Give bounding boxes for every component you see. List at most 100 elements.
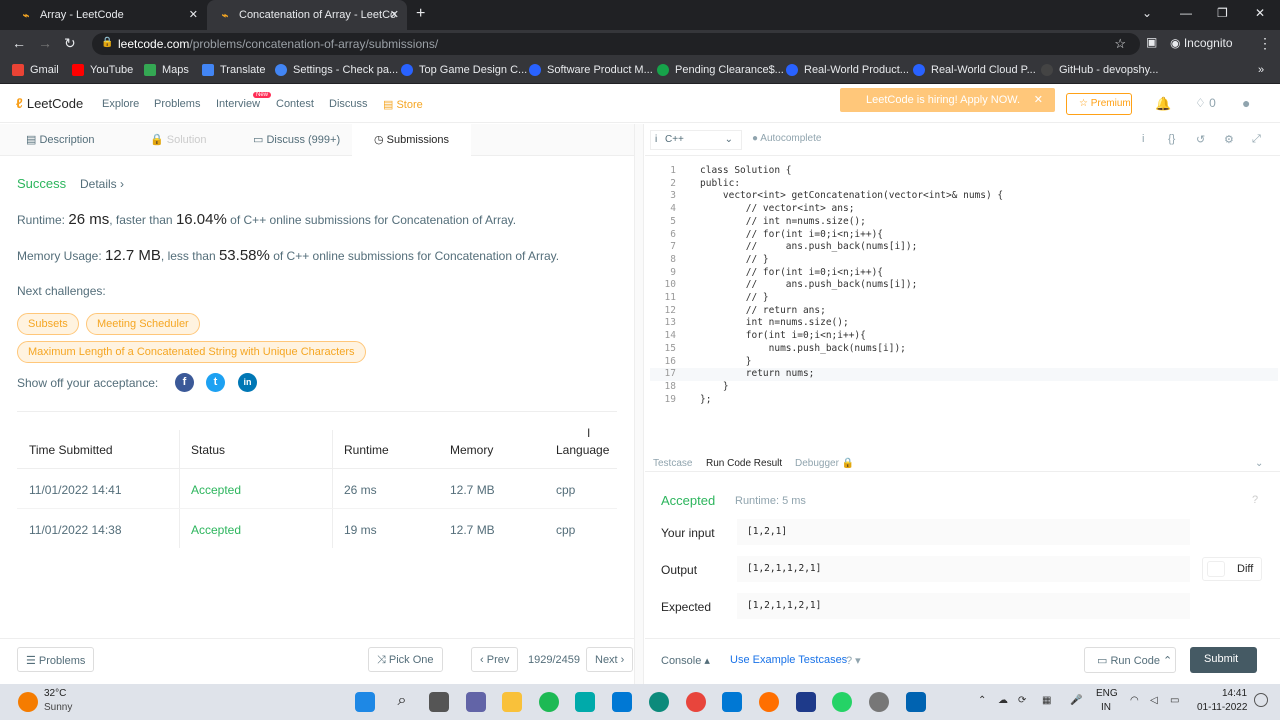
task-view-icon[interactable]	[429, 692, 449, 712]
file-explorer-icon[interactable]	[502, 692, 522, 712]
battery-icon[interactable]: ▭	[1170, 695, 1179, 706]
leetcode-logo[interactable]: ℓ LeetCode	[16, 95, 83, 111]
spotify-icon[interactable]	[539, 692, 559, 712]
cell-status[interactable]: Accepted	[191, 523, 241, 537]
tab-solution[interactable]: 🔒 Solution	[150, 133, 207, 146]
next-button[interactable]: Next ›	[586, 647, 634, 672]
col-language[interactable]: Language	[556, 443, 609, 457]
forward-icon[interactable]: →	[38, 35, 52, 51]
hiring-banner[interactable]: LeetCode is hiring! Apply NOW. ✕	[840, 88, 1055, 112]
app-icon[interactable]	[575, 692, 595, 712]
bookmark-translate[interactable]: Translate	[202, 64, 265, 76]
code-line[interactable]: 2 public:	[650, 178, 1278, 191]
tab-submissions[interactable]: ◷ Submissions	[352, 124, 472, 156]
bookmark-github[interactable]: GitHub - devopshy...	[1041, 64, 1158, 76]
onedrive-icon[interactable]: ☁	[998, 695, 1008, 706]
whatsapp-icon[interactable]	[832, 692, 852, 712]
code-line[interactable]: 17 return nums;	[650, 368, 1278, 382]
language-indicator[interactable]: ENG	[1096, 688, 1118, 699]
code-line[interactable]: 13 int n=nums.size();	[650, 317, 1278, 330]
menu-icon[interactable]: ⋮	[1258, 35, 1272, 52]
url-bar[interactable]: 🔒 leetcode.com/problems/concatenation-of…	[92, 33, 1140, 55]
settings-icon[interactable]: ⚙	[1224, 133, 1234, 146]
bookmark-pending[interactable]: Pending Clearance$...	[657, 64, 784, 76]
code-line[interactable]: 8 // }	[650, 254, 1278, 267]
sync-icon[interactable]: ⟳	[1018, 695, 1026, 706]
premium-button[interactable]: ☆ Premium	[1066, 93, 1132, 115]
edge-icon[interactable]	[649, 692, 669, 712]
webex-icon[interactable]	[796, 692, 816, 712]
col-memory[interactable]: Memory	[450, 443, 493, 457]
bell-icon[interactable]: 🔔	[1155, 96, 1171, 112]
incognito-indicator[interactable]: ◉ Incognito	[1170, 36, 1233, 50]
code-line[interactable]: 15 nums.push_back(nums[i]);	[650, 343, 1278, 356]
browser-tab-concatenation[interactable]: ⌁ Concatenation of Array - LeetCo ✕	[207, 0, 407, 30]
prev-button[interactable]: ‹ Prev	[471, 647, 519, 672]
minimize-icon[interactable]: —	[1180, 6, 1192, 20]
code-line[interactable]: 3 vector<int> getConcatenation(vector<in…	[650, 190, 1278, 203]
notifications-icon[interactable]	[1254, 693, 1268, 707]
tab-search-icon[interactable]: ⌄	[1142, 6, 1152, 20]
microphone-icon[interactable]: 🎤	[1070, 695, 1082, 706]
nav-problems[interactable]: Problems	[154, 98, 200, 110]
settings-icon[interactable]	[869, 692, 889, 712]
search-icon[interactable]: ⌕	[392, 692, 412, 712]
cell-status[interactable]: Accepted	[191, 483, 241, 497]
twitter-icon[interactable]: t	[206, 373, 225, 392]
app-icon[interactable]	[906, 692, 926, 712]
chevron-up-icon[interactable]: ⌃	[978, 695, 986, 706]
bookmark-software-product[interactable]: Software Product M...	[529, 64, 653, 76]
region-indicator[interactable]: IN	[1101, 702, 1111, 713]
bookmark-gmail[interactable]: Gmail	[12, 64, 59, 76]
language-select[interactable]: i C++ ⌄	[650, 130, 742, 150]
challenge-meeting-scheduler[interactable]: Meeting Scheduler	[86, 313, 200, 335]
close-window-icon[interactable]: ✕	[1255, 6, 1265, 20]
nav-explore[interactable]: Explore	[102, 98, 139, 110]
details-link[interactable]: Details ›	[80, 177, 124, 191]
nav-discuss[interactable]: Discuss	[329, 98, 368, 110]
clock-date[interactable]: 01-11-2022	[1197, 702, 1247, 713]
back-icon[interactable]: ←	[12, 35, 26, 51]
code-line[interactable]: 5 // int n=nums.size();	[650, 216, 1278, 229]
code-line[interactable]: 6 // for(int i=0;i<n;i++){	[650, 229, 1278, 242]
tab-run-code-result[interactable]: Run Code Result	[706, 458, 782, 469]
nav-store[interactable]: ▤ Store	[383, 98, 423, 111]
tab-debugger[interactable]: Debugger 🔒	[795, 458, 854, 469]
bookmark-star-icon[interactable]: ☆	[1114, 36, 1126, 52]
code-line[interactable]: 14 for(int i=0;i<n;i++){	[650, 330, 1278, 343]
submit-button[interactable]: Submit	[1190, 647, 1257, 673]
code-line[interactable]: 10 // ans.push_back(nums[i]);	[650, 279, 1278, 292]
start-icon[interactable]	[355, 692, 375, 712]
run-code-button[interactable]: ▭ Run Code ⌃	[1084, 647, 1176, 673]
browser-tab-array[interactable]: ⌁ Array - LeetCode ✕	[8, 0, 206, 30]
teams-icon[interactable]	[466, 692, 486, 712]
reset-icon[interactable]: ↺	[1196, 133, 1205, 146]
code-line[interactable]: 9 // for(int i=0;i<n;i++){	[650, 267, 1278, 280]
col-runtime[interactable]: Runtime	[344, 443, 389, 457]
challenge-subsets[interactable]: Subsets	[17, 313, 79, 335]
collapse-icon[interactable]: ⌄	[1255, 458, 1263, 469]
bookmark-youtube[interactable]: YouTube	[72, 64, 133, 76]
bookmark-top-game[interactable]: Top Game Design C...	[401, 64, 527, 76]
chrome-icon[interactable]	[686, 692, 706, 712]
fullscreen-icon[interactable]: ⤢	[1252, 133, 1261, 146]
tab-testcase[interactable]: Testcase	[653, 458, 692, 469]
code-line[interactable]: 16 }	[650, 356, 1278, 369]
nav-contest[interactable]: Contest	[276, 98, 314, 110]
use-example-testcases[interactable]: Use Example Testcases	[730, 654, 847, 666]
facebook-icon[interactable]: f	[175, 373, 194, 392]
code-line[interactable]: 18 }	[650, 381, 1278, 394]
help-icon[interactable]: ? ▾	[846, 654, 861, 667]
help-icon[interactable]: ?	[1252, 494, 1258, 506]
clock-time[interactable]: 14:41	[1222, 688, 1247, 699]
autocomplete-toggle[interactable]: ● Autocomplete	[752, 133, 821, 144]
firefox-icon[interactable]	[759, 692, 779, 712]
app-tray-icon[interactable]: ▦	[1042, 695, 1051, 706]
code-line[interactable]: 11 // }	[650, 292, 1278, 305]
more-bookmarks-icon[interactable]: »	[1258, 64, 1264, 76]
code-line[interactable]: 1 class Solution {	[650, 165, 1278, 178]
code-line[interactable]: 7 // ans.push_back(nums[i]);	[650, 241, 1278, 254]
tab-discuss[interactable]: ▭ Discuss (999+)	[253, 133, 340, 146]
bookmark-settings[interactable]: Settings - Check pa...	[275, 64, 398, 76]
tab-description[interactable]: ▤ Description	[26, 133, 94, 146]
